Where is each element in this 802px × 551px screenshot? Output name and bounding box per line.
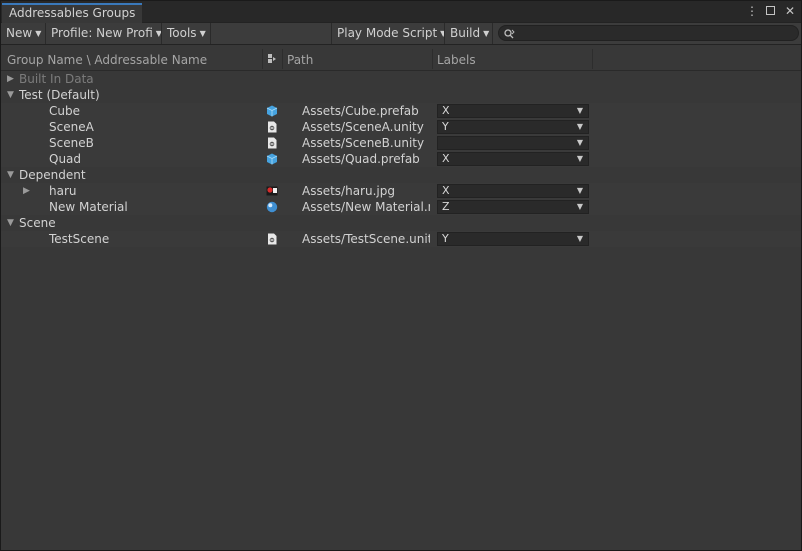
- collapse-arrow-icon[interactable]: ▼: [7, 87, 17, 103]
- tools-dropdown-button[interactable]: Tools ▼: [162, 23, 211, 44]
- entry-name: TestScene: [49, 232, 110, 246]
- asset-type-icon: [268, 54, 276, 63]
- entry-path: Assets/SceneB.unity: [302, 136, 425, 150]
- maximize-button[interactable]: [764, 3, 778, 19]
- entry-path: Assets/Cube.prefab: [302, 104, 419, 118]
- entry-row-haru[interactable]: ▶ haru Assets/haru.jpg X ▼: [1, 183, 801, 199]
- column-divider[interactable]: [592, 49, 593, 69]
- collapse-arrow-icon[interactable]: ▼: [7, 215, 17, 231]
- scene-icon: [268, 137, 277, 149]
- entry-name: SceneA: [49, 120, 94, 134]
- chevron-down-icon: ▼: [576, 186, 583, 195]
- entry-name: Cube: [49, 104, 80, 118]
- chevron-down-icon: ▼: [155, 29, 162, 38]
- entry-path: Assets/TestScene.unity: [302, 232, 430, 246]
- expand-arrow-icon[interactable]: ▶: [7, 71, 17, 87]
- chevron-down-icon: ▼: [576, 154, 583, 163]
- label-value: X: [442, 104, 450, 117]
- column-path-header[interactable]: Path: [287, 45, 427, 70]
- profile-label: Profile: New Profi: [51, 26, 153, 40]
- addressables-groups-window: Addressables Groups ⋮ ✕ New ▼ Profile: Ne…: [0, 0, 802, 551]
- collapse-arrow-icon[interactable]: ▼: [7, 167, 17, 183]
- tab-strip: Addressables Groups ⋮ ✕: [1, 1, 801, 23]
- texture-icon: [266, 186, 278, 196]
- labels-dropdown[interactable]: X ▼: [437, 152, 589, 166]
- column-divider[interactable]: [262, 49, 263, 69]
- window-controls: ⋮ ✕: [745, 3, 797, 19]
- group-name: Scene: [19, 216, 56, 230]
- chevron-down-icon: ▼: [576, 138, 583, 147]
- label-value: X: [442, 184, 450, 197]
- maximize-icon: [766, 6, 775, 15]
- labels-dropdown[interactable]: Z ▼: [437, 200, 589, 214]
- scene-icon: [268, 121, 277, 133]
- scene-icon: [268, 233, 277, 245]
- entry-name: haru: [49, 184, 77, 198]
- group-row-built-in-data[interactable]: ▶ Built In Data: [1, 71, 801, 87]
- close-icon[interactable]: ✕: [783, 3, 797, 19]
- new-dropdown-button[interactable]: New ▼: [1, 23, 46, 44]
- column-divider[interactable]: [282, 49, 283, 69]
- label-value: Y: [442, 120, 449, 133]
- chevron-down-icon: ▼: [576, 106, 583, 115]
- column-divider[interactable]: [432, 49, 433, 69]
- entry-name: SceneB: [49, 136, 94, 150]
- prefab-cube-icon: [266, 153, 278, 165]
- column-name-header[interactable]: Group Name \ Addressable Name: [7, 45, 262, 70]
- label-value: X: [442, 152, 450, 165]
- labels-dropdown[interactable]: Y ▼: [437, 120, 589, 134]
- entry-row-testscene[interactable]: TestScene Assets/TestScene.unity Y ▼: [1, 231, 801, 247]
- group-name: Dependent: [19, 168, 86, 182]
- column-header: Group Name \ Addressable Name Path Label…: [1, 45, 801, 71]
- play-mode-script-dropdown-button[interactable]: Play Mode Script▼: [331, 23, 445, 44]
- labels-dropdown[interactable]: ▼: [437, 136, 589, 150]
- entry-row-cube[interactable]: Cube Assets/Cube.prefab X ▼: [1, 103, 801, 119]
- tools-label: Tools: [167, 26, 197, 40]
- entry-row-new-material[interactable]: New Material Assets/New Material.m Z ▼: [1, 199, 801, 215]
- prefab-cube-icon: [266, 105, 278, 117]
- chevron-down-icon: ▼: [576, 202, 583, 211]
- labels-dropdown[interactable]: Y ▼: [437, 232, 589, 246]
- group-row-test-default[interactable]: ▼ Test (Default): [1, 87, 801, 103]
- material-icon: [266, 201, 278, 213]
- profile-dropdown-button[interactable]: Profile: New Profi ▼: [46, 23, 162, 44]
- entry-row-scenea[interactable]: SceneA Assets/SceneA.unity Y ▼: [1, 119, 801, 135]
- column-labels-header[interactable]: Labels: [437, 45, 587, 70]
- entry-name: New Material: [49, 200, 128, 214]
- toolbar: New ▼ Profile: New Profi ▼ Tools ▼ Play Mod…: [1, 23, 801, 45]
- expand-arrow-icon[interactable]: ▶: [23, 183, 30, 199]
- chevron-down-icon: ▼: [576, 234, 583, 243]
- entry-path: Assets/haru.jpg: [302, 184, 395, 198]
- new-label: New: [6, 26, 33, 40]
- entry-path: Assets/SceneA.unity: [302, 120, 424, 134]
- play-mode-label: Play Mode Script: [337, 26, 438, 40]
- entry-path: Assets/New Material.m: [302, 200, 430, 214]
- more-options-icon[interactable]: ⋮: [745, 3, 759, 19]
- build-label: Build: [450, 26, 481, 40]
- tab-addressables-groups[interactable]: Addressables Groups: [2, 3, 143, 23]
- group-row-scene[interactable]: ▼ Scene: [1, 215, 801, 231]
- entry-name: Quad: [49, 152, 82, 166]
- chevron-down-icon: ▼: [576, 122, 583, 131]
- group-name: Test (Default): [19, 88, 100, 102]
- search-icon: [504, 29, 515, 39]
- label-value: Z: [442, 200, 450, 213]
- entry-row-sceneb[interactable]: SceneB Assets/SceneB.unity ▼: [1, 135, 801, 151]
- label-value: Y: [442, 232, 449, 245]
- group-name: Built In Data: [19, 72, 94, 86]
- chevron-down-icon: ▼: [35, 29, 42, 38]
- build-dropdown-button[interactable]: Build ▼: [445, 23, 493, 44]
- group-row-dependent[interactable]: ▼ Dependent: [1, 167, 801, 183]
- entry-row-quad[interactable]: Quad Assets/Quad.prefab X ▼: [1, 151, 801, 167]
- search-field[interactable]: [498, 25, 799, 41]
- chevron-down-icon: ▼: [199, 29, 206, 38]
- entry-path: Assets/Quad.prefab: [302, 152, 420, 166]
- labels-dropdown[interactable]: X ▼: [437, 184, 589, 198]
- labels-dropdown[interactable]: X ▼: [437, 104, 589, 118]
- chevron-down-icon: ▼: [483, 29, 490, 38]
